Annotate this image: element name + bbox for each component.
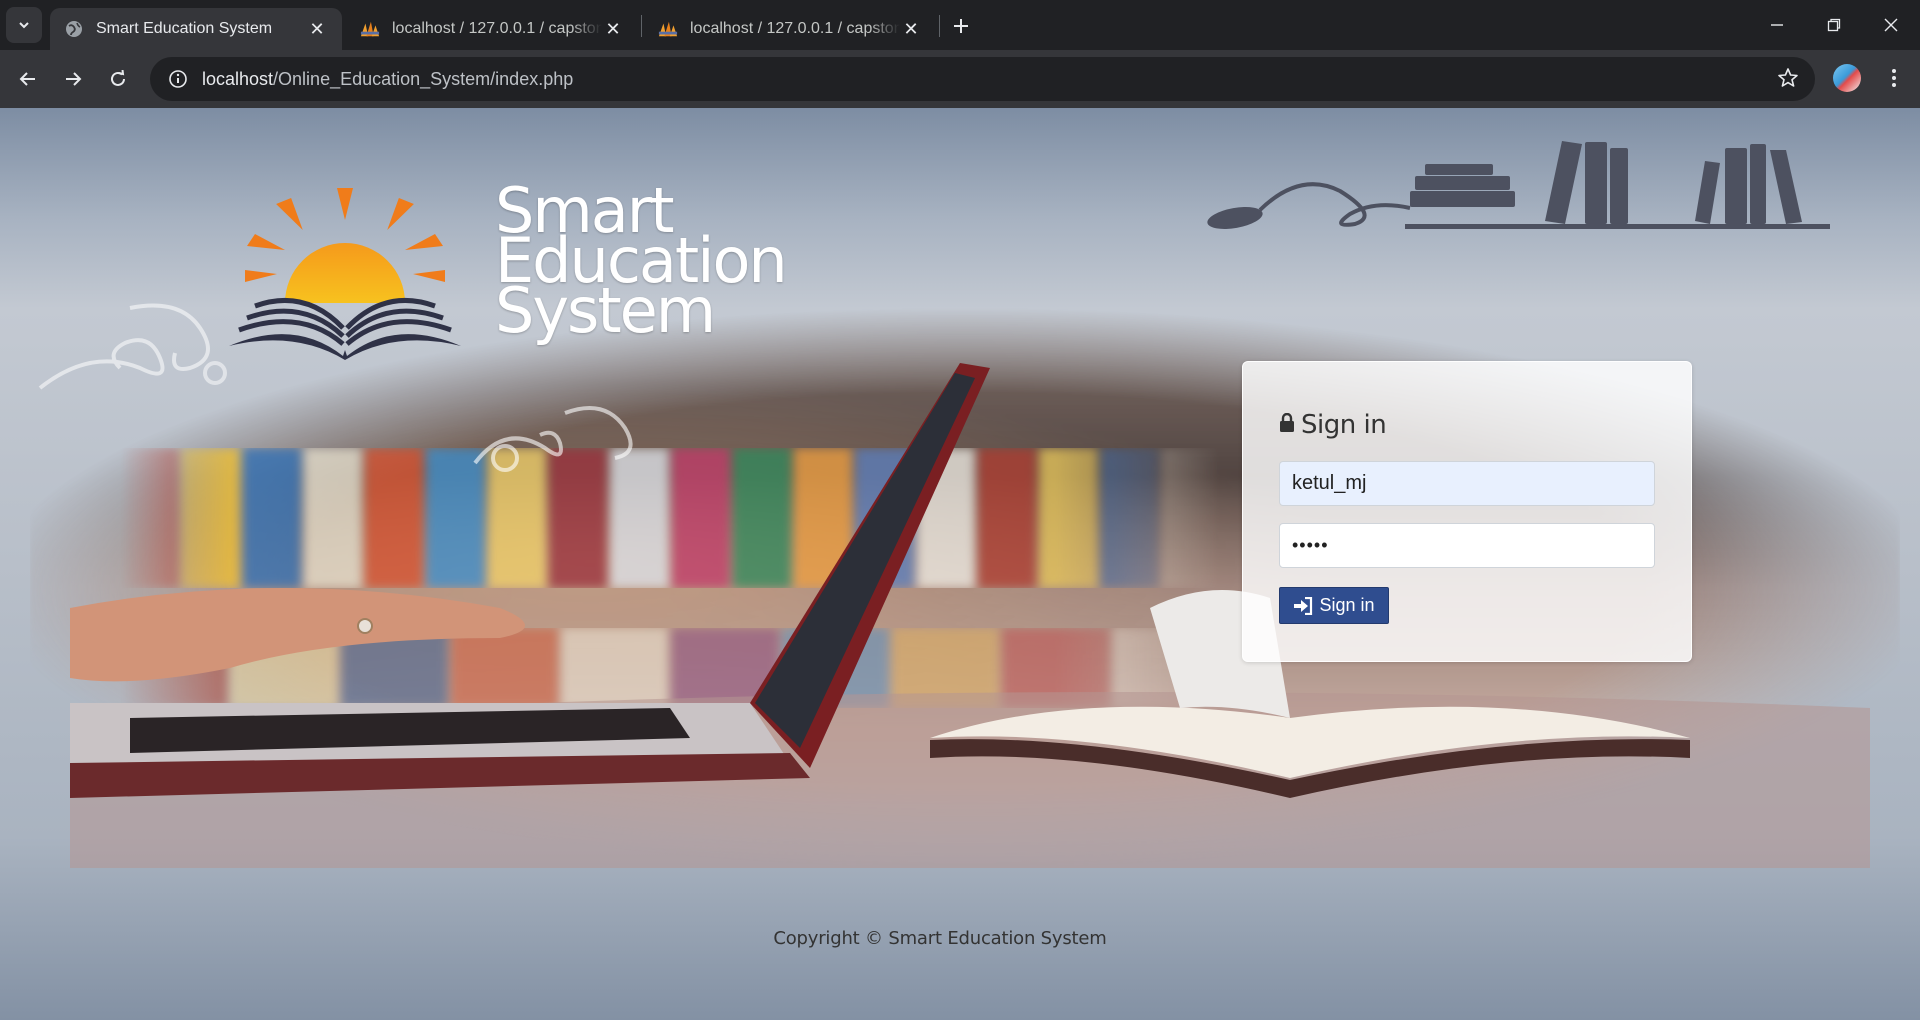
minimize-icon	[1771, 24, 1783, 26]
new-tab-button[interactable]	[947, 12, 975, 40]
sign-in-label: Sign in	[1319, 595, 1375, 615]
minimize-button[interactable]	[1749, 0, 1805, 50]
url-text: localhost/Online_Education_System/index.…	[202, 69, 573, 90]
browser-toolbar: localhost/Online_Education_System/index.…	[0, 50, 1920, 108]
profile-avatar[interactable]	[1833, 64, 1861, 92]
chevron-down-icon	[19, 22, 29, 29]
reload-icon	[111, 70, 125, 86]
close-icon	[1884, 18, 1898, 32]
sun-book-logo	[229, 188, 461, 360]
tab-title: localhost / 127.0.0.1 / capstone	[690, 20, 900, 37]
close-tab-icon[interactable]: ✕	[306, 18, 328, 40]
bookshelf-illustration	[1207, 141, 1830, 229]
restore-icon	[1827, 18, 1841, 32]
decorative-swirl	[473, 406, 633, 472]
copyright-footer: Copyright © Smart Education System	[773, 928, 1107, 949]
phpmyadmin-icon	[360, 19, 380, 39]
sign-in-button[interactable]: Sign in	[1279, 587, 1389, 624]
address-bar[interactable]: localhost/Online_Education_System/index.…	[150, 57, 1815, 101]
username-input[interactable]: ketul_mj	[1279, 461, 1655, 506]
globe-icon	[64, 19, 84, 39]
phpmyadmin-icon	[658, 19, 678, 39]
back-button[interactable]	[10, 61, 46, 97]
more-vert-icon	[1892, 69, 1896, 87]
tab-smart-education[interactable]: Smart Education System ✕	[50, 8, 342, 50]
login-card: Sign in ketul_mj ••••• Sign in	[1242, 361, 1692, 662]
page-body: Smart Education System Sign in ketul_mj …	[0, 108, 1920, 1020]
close-tab-icon[interactable]: ✕	[900, 18, 922, 40]
password-input[interactable]: •••••	[1279, 523, 1655, 568]
tab-title: localhost / 127.0.0.1 / capstone	[392, 20, 602, 37]
decorative-swirl	[38, 303, 227, 390]
url-host: localhost	[202, 68, 274, 89]
sign-in-icon	[1294, 596, 1313, 615]
close-tab-icon[interactable]: ✕	[602, 18, 624, 40]
login-heading-text: Sign in	[1301, 410, 1387, 440]
plus-icon	[954, 19, 968, 33]
browser-tab-bar: Smart Education System ✕ localhost / 127…	[0, 0, 1920, 50]
lock-icon	[1279, 410, 1295, 440]
tab-title: Smart Education System	[96, 20, 273, 37]
brand-title: Smart Education System	[495, 180, 788, 342]
tab-separator	[641, 15, 642, 37]
site-info-icon[interactable]	[158, 69, 198, 89]
bookmark-star-icon[interactable]	[1777, 67, 1799, 94]
tab-phpmyadmin-2[interactable]: localhost / 127.0.0.1 / capstone ✕	[644, 8, 936, 50]
close-window-button[interactable]	[1863, 0, 1919, 50]
reload-button[interactable]	[100, 61, 136, 97]
restore-button[interactable]	[1806, 0, 1862, 50]
tab-separator	[939, 15, 940, 37]
tab-search-button[interactable]	[6, 7, 42, 43]
arrow-right-icon	[66, 72, 82, 86]
url-path: /Online_Education_System/index.php	[273, 68, 574, 89]
login-heading: Sign in	[1279, 410, 1387, 440]
arrow-left-icon	[19, 72, 35, 86]
browser-menu-button[interactable]	[1880, 64, 1908, 92]
tab-phpmyadmin-1[interactable]: localhost / 127.0.0.1 / capstone ✕	[346, 8, 638, 50]
forward-button[interactable]	[55, 61, 91, 97]
